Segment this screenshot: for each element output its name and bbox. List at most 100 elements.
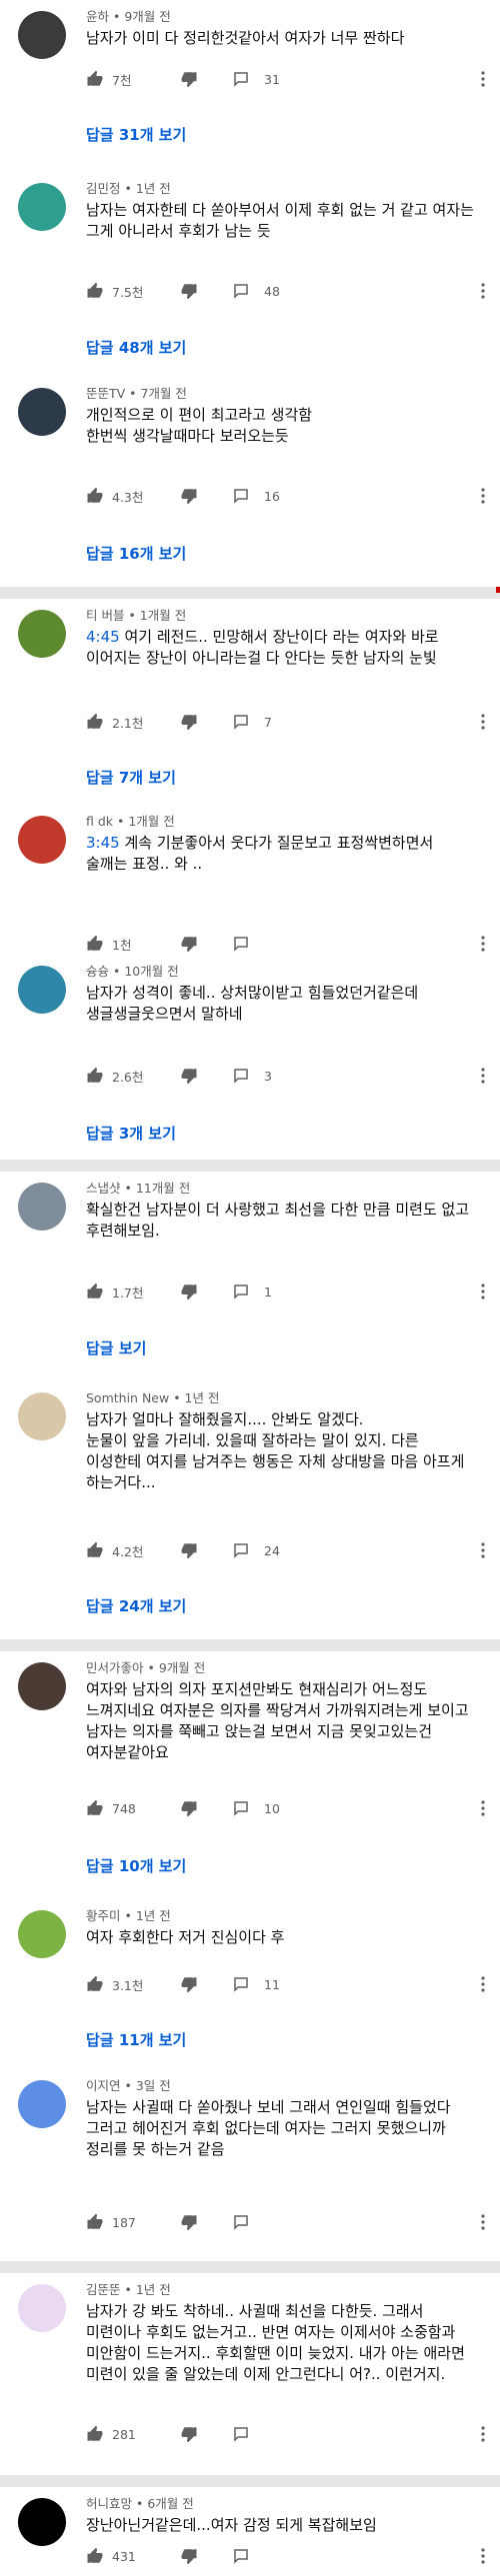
like-button[interactable]: 431 [86,2547,180,2565]
avatar[interactable] [18,2284,66,2332]
reply-button[interactable]: 16 [232,487,280,505]
action-bar: 748 10 [86,1797,280,1819]
view-replies-link[interactable]: 답글 보기 [86,1337,146,1358]
avatar[interactable] [18,1662,66,1710]
like-button[interactable]: 1.7천 [86,1283,180,1301]
thumbs-up-icon [86,1541,104,1559]
view-replies-link[interactable]: 답글 10개 보기 [86,1855,186,1876]
comment-text: 개인적으로 이 편이 최고라고 생각함 한번씩 생각날때마다 보러오는듯 [86,406,313,445]
reply-button[interactable]: 48 [232,282,280,300]
view-replies-link[interactable]: 답글 7개 보기 [86,767,176,788]
avatar[interactable] [18,966,66,1014]
reply-count: 7 [264,714,272,730]
like-button[interactable]: 4.3천 [86,487,180,506]
reply-button[interactable] [232,2547,250,2565]
more-options-icon[interactable] [476,932,490,956]
dislike-button[interactable] [180,1799,232,1817]
reply-icon [232,935,250,953]
comment-text: 남자는 여자한테 다 쏟아부어서 이제 후회 없는 거 같고 여자는 그게 아니… [86,201,474,240]
action-bar: 281 [86,2423,250,2445]
more-options-icon[interactable] [476,2544,490,2568]
action-bar: 1.7천 1 [86,1281,272,1302]
dislike-button[interactable] [180,70,232,88]
comment-meta: 윤하 • 9개월 전 [86,9,171,24]
like-button[interactable]: 7천 [86,70,180,89]
comment-meta: 김민정 • 1년 전 [86,181,171,196]
avatar[interactable] [18,183,66,231]
like-count: 2.1천 [112,715,144,731]
avatar[interactable] [18,610,66,658]
thumbs-up-icon [86,2547,104,2565]
avatar[interactable] [18,1392,66,1440]
view-replies-link[interactable]: 답글 48개 보기 [86,337,186,358]
reply-button[interactable] [232,2213,250,2231]
more-options-icon[interactable] [476,279,490,303]
reply-button[interactable]: 1 [232,1283,272,1300]
like-count: 1.7천 [112,1285,144,1300]
dislike-button[interactable] [180,935,232,953]
like-button[interactable]: 2.6천 [86,1067,180,1086]
dislike-button[interactable] [180,713,232,731]
like-button[interactable]: 4.2천 [86,1541,180,1560]
reply-button[interactable] [232,2425,250,2443]
thumbs-up-icon [86,1067,104,1085]
avatar[interactable] [18,388,66,436]
more-options-icon[interactable] [476,2210,490,2234]
reply-count: 16 [264,488,280,504]
dislike-button[interactable] [180,2547,232,2565]
reply-button[interactable]: 7 [232,713,272,731]
like-button[interactable]: 7.5천 [86,282,180,301]
more-options-icon[interactable] [476,1796,490,1820]
avatar[interactable] [18,2498,66,2546]
thumbs-up-icon [86,2425,104,2443]
reply-button[interactable]: 10 [232,1799,280,1817]
view-replies-link[interactable]: 답글 3개 보기 [86,1123,176,1144]
dislike-button[interactable] [180,2425,232,2443]
timestamp-link[interactable]: 3:45 [86,834,120,852]
dislike-button[interactable] [180,1067,232,1085]
more-options-icon[interactable] [476,1538,490,1562]
reply-button[interactable]: 11 [232,1975,280,1993]
reply-button[interactable]: 31 [232,70,280,88]
more-options-icon[interactable] [476,2422,490,2446]
dislike-button[interactable] [180,1975,232,1993]
more-options-icon[interactable] [476,1064,490,1088]
reply-icon [232,713,250,731]
more-options-icon[interactable] [476,67,490,91]
view-replies-link[interactable]: 답글 24개 보기 [86,1595,186,1616]
more-options-icon[interactable] [476,710,490,734]
avatar[interactable] [18,816,66,864]
scroll-marker [496,587,500,593]
dislike-button[interactable] [180,1283,232,1300]
more-options-icon[interactable] [476,1280,490,1303]
like-button[interactable]: 187 [86,2213,180,2231]
like-button[interactable]: 748 [86,1799,180,1817]
view-replies-link[interactable]: 답글 16개 보기 [86,543,186,564]
view-replies-link[interactable]: 답글 11개 보기 [86,2029,186,2050]
like-button[interactable]: 3.1천 [86,1975,180,1994]
avatar[interactable] [18,11,66,59]
dislike-button[interactable] [180,487,232,505]
dislike-button[interactable] [180,1541,232,1559]
reply-button[interactable]: 24 [232,1541,280,1559]
thumbs-down-icon [180,487,198,505]
like-button[interactable]: 2.1천 [86,713,180,732]
view-replies-link[interactable]: 답글 31개 보기 [86,124,186,145]
dislike-button[interactable] [180,2213,232,2231]
comment-meta: 김뚠뚠 • 1년 전 [86,2282,171,2297]
avatar[interactable] [18,2080,66,2128]
thumbs-down-icon [180,1067,198,1085]
like-button[interactable]: 281 [86,2425,180,2443]
more-options-icon[interactable] [476,484,490,508]
thumbs-up-icon [86,1799,104,1817]
thumbs-down-icon [180,282,198,300]
reply-button[interactable]: 3 [232,1067,272,1085]
reply-button[interactable] [232,935,250,953]
timestamp-link[interactable]: 4:45 [86,628,120,646]
reply-icon [232,2213,250,2231]
avatar[interactable] [18,1183,66,1231]
avatar[interactable] [18,1910,66,1958]
like-button[interactable]: 1천 [86,935,180,954]
dislike-button[interactable] [180,282,232,300]
more-options-icon[interactable] [476,1972,490,1996]
